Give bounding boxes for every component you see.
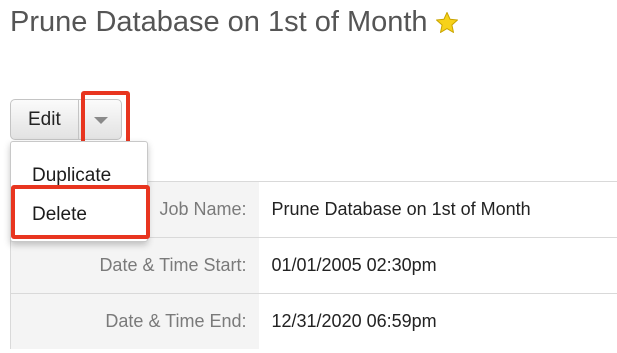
action-button-group: Edit	[10, 99, 122, 140]
table-row: Date & Time Start: 01/01/2005 02:30pm	[10, 237, 617, 294]
edit-button[interactable]: Edit	[10, 99, 78, 140]
duplicate-menu-item[interactable]: Duplicate	[32, 165, 111, 187]
actions-dropdown-toggle[interactable]	[77, 99, 122, 140]
field-value-job-name: Prune Database on 1st of Month	[258, 181, 617, 238]
star-icon[interactable]	[435, 11, 459, 35]
delete-menu-item[interactable]: Delete	[32, 204, 87, 226]
field-label-date-time-end: Date & Time End:	[10, 293, 259, 349]
table-row: Date & Time End: 12/31/2020 06:59pm	[10, 293, 617, 349]
field-value-date-time-end: 12/31/2020 06:59pm	[258, 293, 617, 349]
field-value-date-time-start: 01/01/2005 02:30pm	[258, 237, 617, 294]
title-row: Prune Database on 1st of Month	[10, 6, 459, 39]
record-view-page: Prune Database on 1st of Month Job Name:…	[0, 0, 617, 353]
caret-down-icon	[93, 117, 108, 124]
actions-dropdown-menu: Duplicate Delete	[10, 141, 148, 242]
page-title: Prune Database on 1st of Month	[10, 6, 428, 38]
field-label-date-time-start: Date & Time Start:	[10, 237, 259, 294]
